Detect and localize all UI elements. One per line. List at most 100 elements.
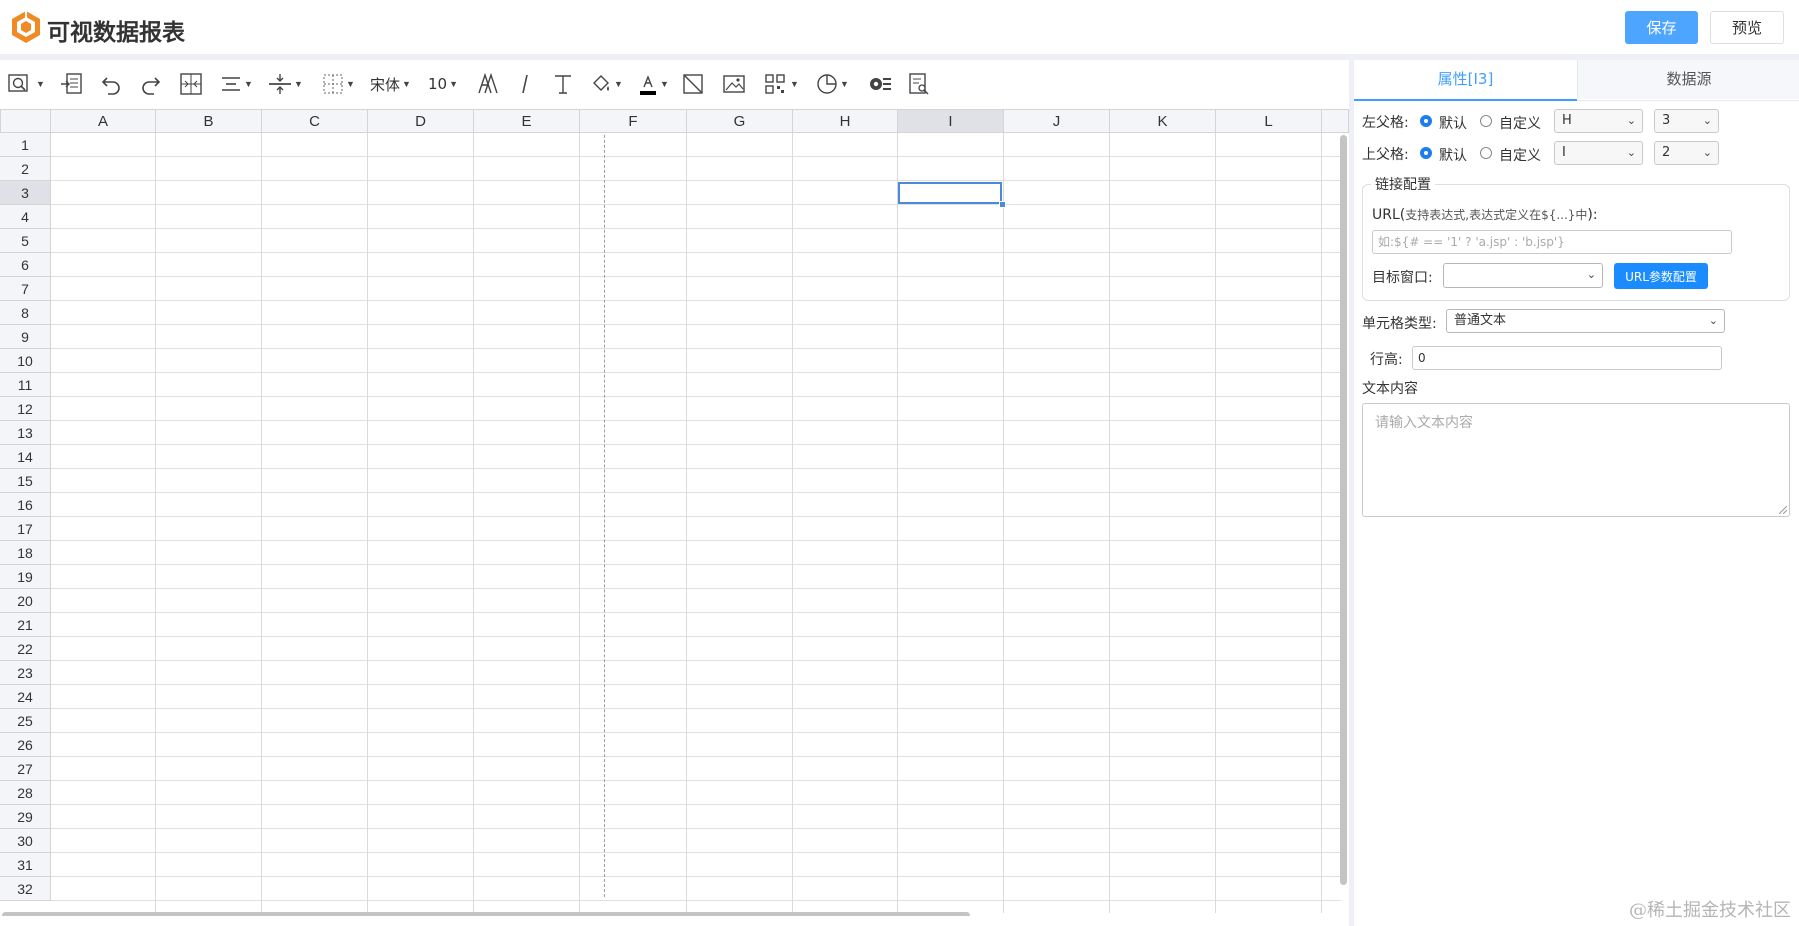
preview-data-button[interactable] xyxy=(908,72,930,96)
zoom-dropdown[interactable]: ▼ xyxy=(8,72,45,96)
bold-button[interactable] xyxy=(476,72,498,96)
import-button[interactable] xyxy=(60,72,84,96)
undo-icon xyxy=(101,77,120,95)
row-header[interactable]: 26 xyxy=(0,733,51,757)
left-parent-label: 左父格: xyxy=(1362,115,1409,131)
grid-row-line xyxy=(51,324,1341,325)
row-header[interactable]: 24 xyxy=(0,685,51,709)
row-header[interactable]: 8 xyxy=(0,301,51,325)
save-button[interactable]: 保存 xyxy=(1625,11,1698,44)
grid-row-line xyxy=(51,420,1341,421)
column-header[interactable]: E xyxy=(474,109,580,133)
grid-row-line xyxy=(51,876,1341,877)
row-header[interactable]: 25 xyxy=(0,709,51,733)
chevron-down-icon: ▼ xyxy=(840,79,849,89)
target-window-select[interactable]: ⌄ xyxy=(1443,263,1603,288)
row-header[interactable]: 1 xyxy=(0,133,51,157)
insert-image-button[interactable] xyxy=(722,72,746,96)
redo-button[interactable] xyxy=(140,72,162,96)
row-header[interactable]: 18 xyxy=(0,541,51,565)
column-header[interactable]: L xyxy=(1216,109,1322,133)
row-header[interactable]: 28 xyxy=(0,781,51,805)
top-parent-row-select[interactable]: 2 ⌄ xyxy=(1654,141,1719,165)
row-header[interactable]: 15 xyxy=(0,469,51,493)
column-header[interactable]: H xyxy=(793,109,898,133)
column-header[interactable]: G xyxy=(687,109,793,133)
column-header[interactable]: F xyxy=(580,109,687,133)
left-parent-custom-radio[interactable] xyxy=(1480,115,1492,127)
column-header[interactable]: J xyxy=(1004,109,1110,133)
settings-button[interactable] xyxy=(868,72,892,96)
row-header[interactable]: 14 xyxy=(0,445,51,469)
row-header[interactable]: 22 xyxy=(0,637,51,661)
row-header[interactable]: 12 xyxy=(0,397,51,421)
column-header[interactable]: D xyxy=(368,109,474,133)
chart-dropdown[interactable]: ▼ xyxy=(816,72,849,96)
row-header[interactable]: 9 xyxy=(0,325,51,349)
row-header[interactable]: 23 xyxy=(0,661,51,685)
tab-datasource[interactable]: 数据源 xyxy=(1577,60,1799,99)
row-header[interactable]: 30 xyxy=(0,829,51,853)
border-dropdown[interactable]: ▼ xyxy=(322,72,355,96)
row-header[interactable]: 4 xyxy=(0,205,51,229)
clear-format-button[interactable] xyxy=(682,72,704,96)
left-parent-column-select[interactable]: H ⌄ xyxy=(1554,109,1643,133)
chevron-down-icon: ▼ xyxy=(244,79,253,89)
selected-cell[interactable] xyxy=(898,182,1002,204)
column-header[interactable]: K xyxy=(1110,109,1216,133)
font-color-dropdown[interactable]: ▼ xyxy=(638,72,669,96)
font-size-dropdown[interactable]: 10 ▼ xyxy=(428,72,458,96)
column-header[interactable]: B xyxy=(156,109,262,133)
undo-button[interactable] xyxy=(100,72,122,96)
column-header[interactable]: I xyxy=(898,109,1004,133)
row-header[interactable]: 2 xyxy=(0,157,51,181)
url-input[interactable]: 如:${# == '1' ? 'a.jsp' : 'b.jsp'} xyxy=(1372,230,1732,254)
column-header[interactable]: C xyxy=(262,109,368,133)
font-color-icon xyxy=(640,75,656,95)
grid-column-line xyxy=(1215,133,1216,913)
row-header[interactable]: 3 xyxy=(0,181,51,205)
redo-icon xyxy=(142,77,161,95)
row-header[interactable]: 10 xyxy=(0,349,51,373)
valign-dropdown[interactable]: ▼ xyxy=(268,72,303,96)
top-parent-custom-radio[interactable] xyxy=(1480,147,1492,159)
row-header[interactable]: 29 xyxy=(0,805,51,829)
vertical-scrollbar[interactable] xyxy=(1340,135,1347,885)
row-header[interactable]: 13 xyxy=(0,421,51,445)
row-header[interactable]: 20 xyxy=(0,589,51,613)
italic-button[interactable] xyxy=(514,72,536,96)
text-style-button[interactable] xyxy=(552,72,574,96)
column-header[interactable]: A xyxy=(51,109,156,133)
row-header[interactable]: 31 xyxy=(0,853,51,877)
row-header[interactable]: 21 xyxy=(0,613,51,637)
row-header[interactable]: 5 xyxy=(0,229,51,253)
spreadsheet-grid[interactable]: A B C D E F G H I J K L 1 2 3 4 5 6 7 8 9 10 11 12 13 14 15 16 17 18 1… xyxy=(0,108,1349,916)
url-label: URL(支持表达式,表达式定义在${...}中): xyxy=(1372,206,1598,223)
horizontal-scrollbar[interactable] xyxy=(2,912,970,916)
top-parent-default-radio[interactable] xyxy=(1420,147,1432,159)
fill-handle[interactable] xyxy=(999,201,1006,208)
cell-type-select[interactable]: 普通文本 ⌄ xyxy=(1446,309,1725,333)
row-header[interactable]: 16 xyxy=(0,493,51,517)
text-content-textarea[interactable]: 请输入文本内容 xyxy=(1362,403,1790,517)
top-parent-column-select[interactable]: I ⌄ xyxy=(1554,141,1643,165)
preview-button[interactable]: 预览 xyxy=(1710,11,1784,44)
merge-cells-button[interactable] xyxy=(180,72,202,96)
row-header[interactable]: 17 xyxy=(0,517,51,541)
font-family-dropdown[interactable]: 宋体 ▼ xyxy=(370,72,411,96)
row-header[interactable]: 27 xyxy=(0,757,51,781)
row-header[interactable]: 32 xyxy=(0,877,51,901)
row-header[interactable]: 11 xyxy=(0,373,51,397)
row-header[interactable]: 6 xyxy=(0,253,51,277)
left-parent-default-radio[interactable] xyxy=(1420,115,1432,127)
left-parent-row-select[interactable]: 3 ⌄ xyxy=(1654,109,1719,133)
resize-grip-icon[interactable] xyxy=(1779,506,1787,514)
align-dropdown[interactable]: ▼ xyxy=(220,72,253,96)
fill-color-dropdown[interactable]: ▼ xyxy=(590,72,623,96)
row-height-input[interactable]: 0 xyxy=(1412,346,1722,370)
url-param-config-button[interactable]: URL参数配置 xyxy=(1614,263,1708,289)
row-header[interactable]: 19 xyxy=(0,565,51,589)
row-header[interactable]: 7 xyxy=(0,277,51,301)
qrcode-dropdown[interactable]: ▼ xyxy=(764,72,799,96)
tab-properties[interactable]: 属性[I3] xyxy=(1354,60,1577,101)
